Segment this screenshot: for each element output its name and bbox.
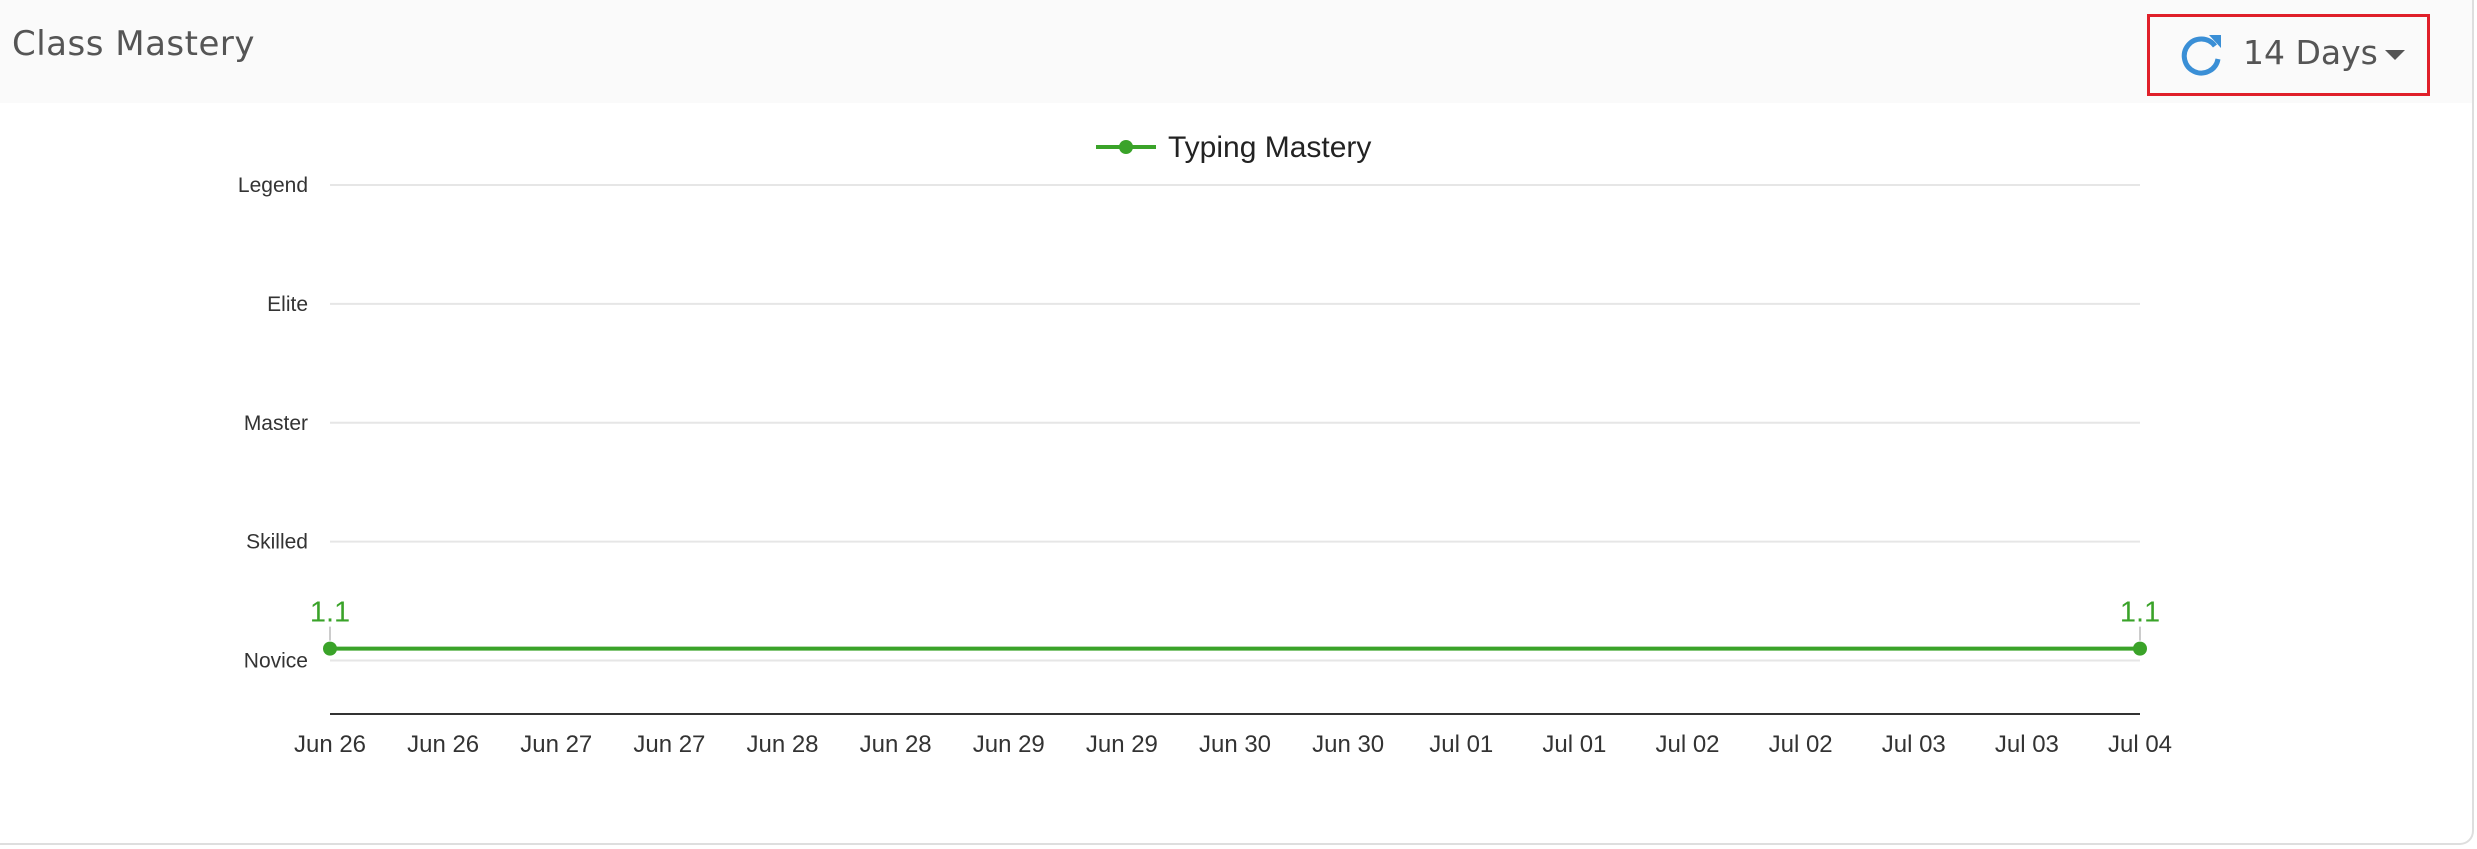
data-label: 1.1 <box>310 597 350 629</box>
y-tick-label: Novice <box>244 650 308 673</box>
data-point[interactable] <box>323 641 337 656</box>
y-tick-label: Elite <box>267 293 308 316</box>
x-tick-label: Jul 01 <box>1429 731 1493 758</box>
chart-gridlines <box>330 184 2140 662</box>
x-tick-label: Jun 28 <box>860 731 932 758</box>
x-tick-label: Jun 27 <box>520 731 592 758</box>
x-tick-label: Jun 29 <box>973 731 1045 758</box>
mastery-line-chart: Typing Mastery Novice Skilled Master Elite L… <box>238 131 2172 758</box>
chart-legend[interactable]: Typing Mastery <box>1096 131 1371 164</box>
x-tick-label: Jul 03 <box>1882 731 1946 758</box>
series-typing-mastery: 1.1 1.1 <box>310 597 2160 656</box>
x-tick-label: Jun 26 <box>407 731 479 758</box>
x-tick-label: Jun 27 <box>633 731 705 758</box>
legend-label: Typing Mastery <box>1168 131 1371 164</box>
class-mastery-card: Class Mastery 14 Days Typing Mastery Nov… <box>0 0 2474 845</box>
x-tick-label: Jun 30 <box>1312 731 1384 758</box>
data-label: 1.1 <box>2120 597 2160 629</box>
y-tick-label: Skilled <box>246 531 308 554</box>
x-tick-label: Jul 03 <box>1995 731 2059 758</box>
x-tick-label: Jul 02 <box>1655 731 1719 758</box>
y-tick-label: Legend <box>238 174 308 197</box>
x-tick-label: Jun 30 <box>1199 731 1271 758</box>
x-axis: Jun 26 Jun 26 Jun 27 Jun 27 Jun 28 Jun 28 Jun … <box>294 713 2172 758</box>
x-tick-label: Jun 26 <box>294 731 366 758</box>
legend-marker <box>1119 140 1133 154</box>
x-tick-label: Jun 28 <box>746 731 818 758</box>
x-tick-label: Jun 29 <box>1086 731 1158 758</box>
x-tick-label: Jul 04 <box>2108 731 2172 758</box>
x-tick-label: Jul 01 <box>1542 731 1606 758</box>
data-point[interactable] <box>2133 641 2147 656</box>
x-tick-label: Jul 02 <box>1769 731 1833 758</box>
y-tick-label: Master <box>244 412 308 435</box>
y-axis-labels: Novice Skilled Master Elite Legend <box>238 174 308 673</box>
